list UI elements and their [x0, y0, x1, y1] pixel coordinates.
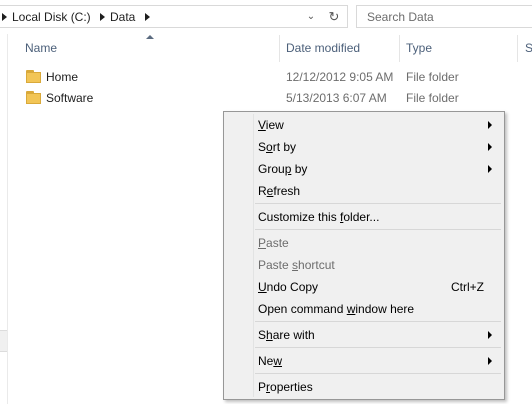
file-type: File folder	[406, 70, 459, 84]
submenu-arrow-icon	[488, 357, 492, 365]
column-header-size[interactable]: S	[525, 41, 532, 55]
menu-item-label: Group by	[258, 162, 308, 176]
menu-separator	[255, 373, 501, 374]
column-header-type[interactable]: Type	[406, 41, 432, 55]
menu-item-label: Open command window here	[258, 302, 415, 316]
submenu-arrow-icon	[488, 165, 492, 173]
menu-item-customize-folder[interactable]: Customize this folder...	[226, 206, 502, 228]
breadcrumb-arrow-icon[interactable]	[2, 13, 7, 21]
toolbar: Local Disk (C:) Data ⌄ ↻ Search Data	[0, 0, 532, 34]
breadcrumb-data[interactable]: Data	[110, 10, 135, 24]
menu-item-paste-shortcut: Paste shortcut	[226, 254, 502, 276]
file-name: Home	[46, 70, 79, 84]
menu-separator	[255, 229, 501, 230]
file-date-modified: 5/13/2013 6:07 AM	[286, 91, 387, 105]
search-placeholder: Search Data	[367, 10, 434, 24]
menu-item-view[interactable]: View	[226, 114, 502, 136]
submenu-arrow-icon	[488, 143, 492, 151]
menu-item-label: Refresh	[258, 184, 301, 198]
context-menu: View Sort by Group by Refresh Customize …	[223, 111, 505, 400]
nav-pane-scrollbar[interactable]	[0, 330, 7, 352]
menu-item-label: Paste	[258, 236, 289, 250]
menu-separator	[255, 347, 501, 348]
menu-item-label: View	[258, 118, 284, 132]
menu-item-properties[interactable]: Properties	[226, 376, 502, 398]
menu-item-sort-by[interactable]: Sort by	[226, 136, 502, 158]
column-divider[interactable]	[279, 35, 280, 62]
folder-icon	[26, 91, 41, 104]
folder-icon	[26, 70, 41, 83]
menu-item-open-command-window[interactable]: Open command window here	[226, 298, 502, 320]
menu-item-label: Properties	[258, 380, 313, 394]
menu-item-label: Sort by	[258, 140, 297, 154]
column-header-name[interactable]: Name	[25, 41, 57, 55]
file-row-software[interactable]: Software 5/13/2013 6:07 AM File folder	[20, 88, 532, 109]
file-name: Software	[46, 91, 94, 105]
menu-item-label: Customize this folder...	[258, 210, 380, 224]
column-headers: Name Date modified Type S	[9, 35, 532, 62]
submenu-arrow-icon	[488, 331, 492, 339]
chevron-down-icon[interactable]: ⌄	[304, 9, 318, 24]
breadcrumb-arrow-icon[interactable]	[145, 13, 150, 21]
navigation-pane	[0, 34, 8, 404]
column-divider[interactable]	[399, 35, 400, 62]
menu-item-shortcut: Ctrl+Z	[451, 280, 484, 294]
file-type: File folder	[406, 91, 459, 105]
address-bar[interactable]: Local Disk (C:) Data ⌄ ↻	[0, 5, 348, 28]
menu-item-label: Share with	[258, 328, 315, 342]
search-input[interactable]: Search Data	[356, 5, 532, 28]
breadcrumb-local-disk[interactable]: Local Disk (C:)	[12, 10, 91, 24]
menu-separator	[255, 203, 501, 204]
menu-item-new[interactable]: New	[226, 350, 502, 372]
menu-item-share-with[interactable]: Share with	[226, 324, 502, 346]
submenu-arrow-icon	[488, 121, 492, 129]
menu-item-group-by[interactable]: Group by	[226, 158, 502, 180]
menu-separator	[255, 321, 501, 322]
file-date-modified: 12/12/2012 9:05 AM	[286, 70, 394, 84]
menu-item-label: Undo Copy	[258, 280, 319, 294]
column-header-date-modified[interactable]: Date modified	[286, 41, 360, 55]
sort-ascending-icon	[146, 35, 154, 39]
menu-item-label: New	[258, 354, 283, 368]
menu-item-label: Paste shortcut	[258, 258, 335, 272]
menu-item-refresh[interactable]: Refresh	[226, 180, 502, 202]
file-row-home[interactable]: Home 12/12/2012 9:05 AM File folder	[20, 67, 532, 88]
menu-item-undo-copy[interactable]: Undo Copy Ctrl+Z	[226, 276, 502, 298]
refresh-icon[interactable]: ↻	[324, 7, 344, 26]
column-divider[interactable]	[517, 35, 518, 62]
menu-item-paste: Paste	[226, 232, 502, 254]
breadcrumb-arrow-icon[interactable]	[100, 13, 105, 21]
